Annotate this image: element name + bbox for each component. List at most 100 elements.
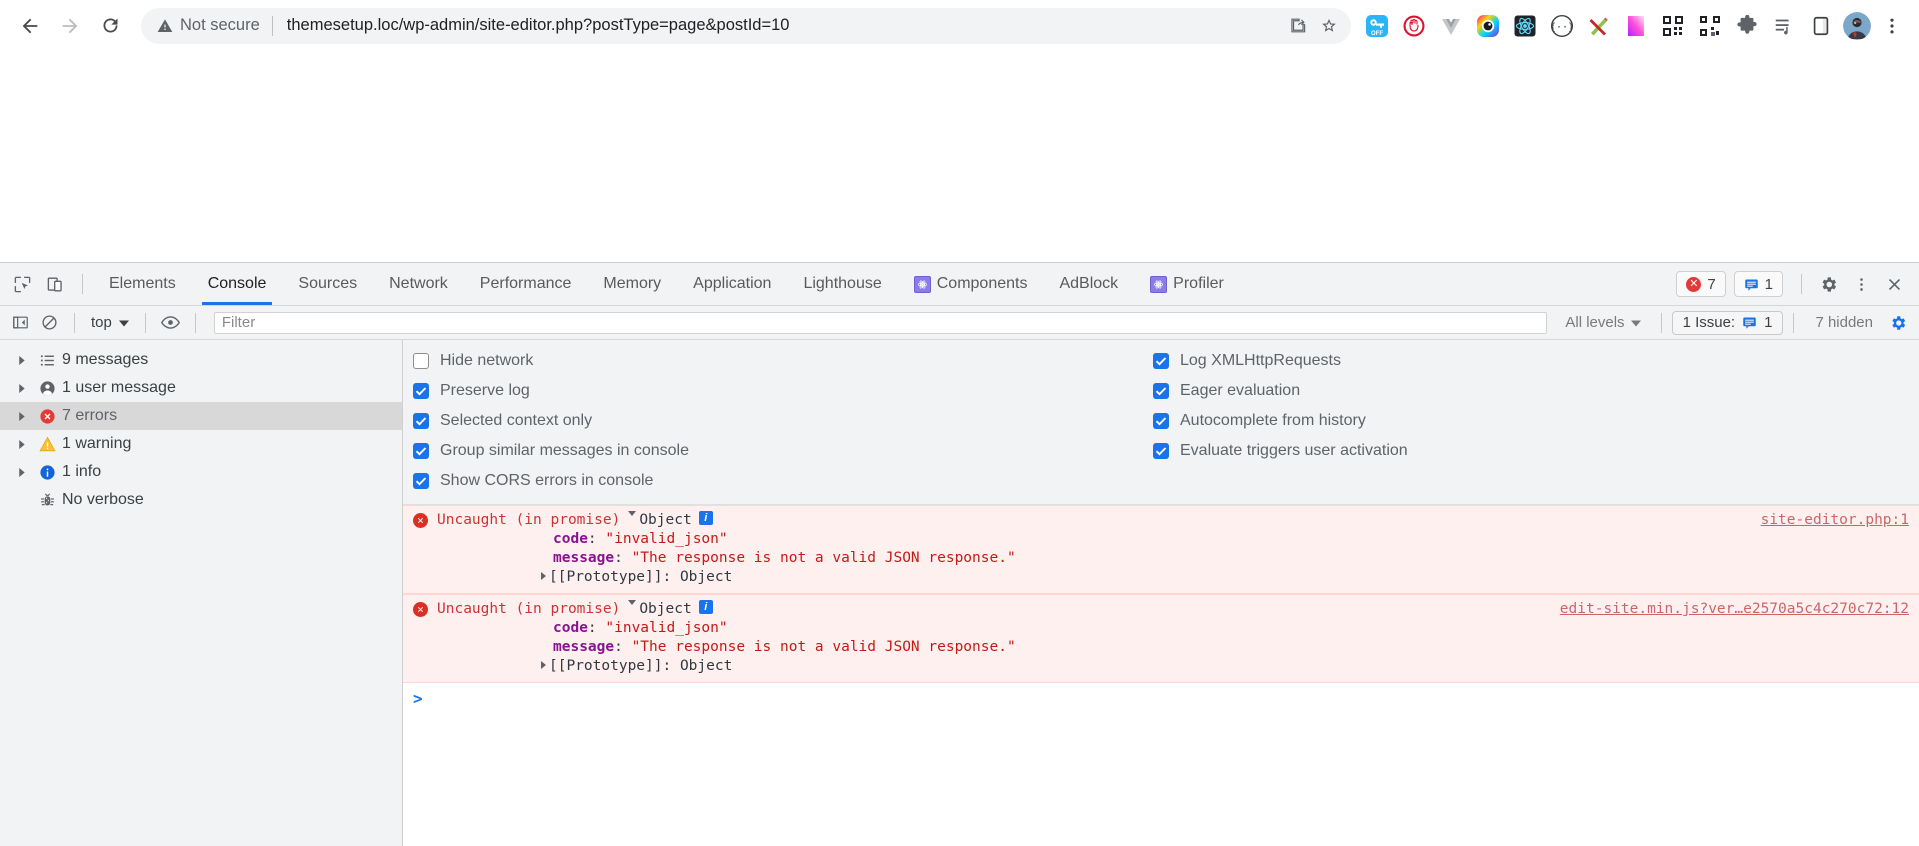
expand-arrow-icon[interactable] bbox=[10, 411, 32, 421]
setting-selected-context-only[interactable]: Selected context only bbox=[413, 410, 1153, 432]
filter-input[interactable] bbox=[213, 311, 1548, 334]
log-level-select[interactable]: All levels bbox=[1555, 314, 1650, 331]
execution-context-select[interactable]: top bbox=[85, 314, 135, 331]
share-icon[interactable] bbox=[1281, 10, 1313, 42]
checkbox-checked-icon[interactable] bbox=[413, 383, 429, 399]
extension-icon-vue-devtools[interactable] bbox=[1432, 6, 1469, 46]
checkbox-checked-icon[interactable] bbox=[1153, 443, 1169, 459]
sidebar-item-messages[interactable]: 9 messages bbox=[0, 346, 402, 374]
expand-arrow-icon[interactable] bbox=[10, 439, 32, 449]
gear-icon[interactable] bbox=[1812, 268, 1845, 301]
info-badge-icon[interactable]: i bbox=[698, 511, 713, 525]
tab-lighthouse[interactable]: Lighthouse bbox=[787, 263, 897, 305]
avatar[interactable] bbox=[1843, 11, 1871, 40]
issues-badge[interactable]: 1 Issue: 1 bbox=[1671, 310, 1784, 335]
device-toolbar-icon[interactable] bbox=[39, 268, 72, 301]
checkbox-checked-icon[interactable] bbox=[413, 413, 429, 429]
extension-icon-xmarker[interactable] bbox=[1580, 6, 1617, 46]
sidebar-toggle-icon[interactable] bbox=[6, 308, 35, 337]
disclosure-triangle-open-icon[interactable] bbox=[628, 600, 637, 605]
tab-network[interactable]: Network bbox=[373, 263, 464, 305]
extension-icon-puzzle[interactable] bbox=[1728, 6, 1765, 46]
expand-arrow-icon[interactable] bbox=[10, 355, 32, 365]
setting-preserve-log[interactable]: Preserve log bbox=[413, 380, 1153, 402]
extension-icon-wappalyzer[interactable]: {··} bbox=[1543, 6, 1580, 46]
tab-elements[interactable]: Elements bbox=[93, 263, 192, 305]
message-count-badge[interactable]: 1 bbox=[1733, 271, 1783, 297]
extension-icon-qrcode[interactable] bbox=[1654, 6, 1691, 46]
clear-console-icon[interactable] bbox=[35, 308, 64, 337]
tab-components[interactable]: Components bbox=[898, 263, 1044, 305]
checkbox-checked-icon[interactable] bbox=[1153, 353, 1169, 369]
sidebar-item-verbose[interactable]: No verbose bbox=[0, 486, 402, 514]
forward-button[interactable] bbox=[50, 6, 90, 46]
disclosure-triangle-icon[interactable] bbox=[541, 572, 546, 580]
checkbox-checked-icon[interactable] bbox=[1153, 383, 1169, 399]
info-badge-icon[interactable]: i bbox=[698, 600, 713, 614]
sidebar-item-label: 1 user message bbox=[62, 379, 176, 396]
setting-group-similar[interactable]: Group similar messages in console bbox=[413, 440, 1153, 462]
bookmark-star-icon[interactable] bbox=[1313, 10, 1345, 42]
live-expression-icon[interactable] bbox=[156, 308, 185, 337]
expand-arrow-icon[interactable] bbox=[10, 383, 32, 393]
expand-arrow-icon[interactable] bbox=[10, 467, 32, 477]
console-prompt[interactable]: > bbox=[403, 683, 1919, 713]
setting-eager-evaluation[interactable]: Eager evaluation bbox=[1153, 380, 1408, 402]
extension-icon-gradient[interactable] bbox=[1617, 6, 1654, 46]
filterbar-divider bbox=[194, 312, 196, 333]
source-link[interactable]: site-editor.php:1 bbox=[1761, 512, 1909, 528]
address-bar[interactable]: Not secure themesetup.loc/wp-admin/site-… bbox=[141, 7, 1351, 44]
close-icon[interactable] bbox=[1878, 268, 1911, 301]
chrome-menu-button[interactable] bbox=[1875, 6, 1909, 46]
property-value: "invalid_json" bbox=[605, 620, 728, 636]
console-settings-gear-icon[interactable] bbox=[1884, 309, 1912, 337]
setting-log-xhr[interactable]: Log XMLHttpRequests bbox=[1153, 350, 1408, 372]
object-label[interactable]: Object bbox=[639, 600, 691, 619]
checkbox-checked-icon[interactable] bbox=[413, 473, 429, 489]
extension-icon-qrscan[interactable] bbox=[1691, 6, 1728, 46]
more-options-icon[interactable] bbox=[1845, 268, 1878, 301]
setting-show-cors-errors[interactable]: Show CORS errors in console bbox=[413, 470, 1153, 492]
checkbox-checked-icon[interactable] bbox=[413, 443, 429, 459]
inspect-element-icon[interactable] bbox=[6, 268, 39, 301]
tab-application[interactable]: Application bbox=[677, 263, 787, 305]
extension-icon-react-devtools[interactable] bbox=[1506, 6, 1543, 46]
disclosure-triangle-open-icon[interactable] bbox=[628, 511, 637, 516]
object-prototype-row[interactable]: [[Prototype]]: Object bbox=[403, 568, 1919, 587]
disclosure-triangle-icon[interactable] bbox=[541, 661, 546, 669]
extension-icon-sidepanel[interactable] bbox=[1802, 6, 1839, 46]
object-prototype-row[interactable]: [[Prototype]]: Object bbox=[403, 657, 1919, 676]
checkbox-unchecked-icon[interactable] bbox=[413, 353, 429, 369]
console-message-error[interactable]: Uncaught (in promise) Object i code: "in… bbox=[403, 594, 1919, 683]
extension-icon-adblock[interactable] bbox=[1395, 6, 1432, 46]
prototype-label: [[Prototype]]: Object bbox=[549, 658, 733, 674]
setting-autocomplete-history[interactable]: Autocomplete from history bbox=[1153, 410, 1408, 432]
tab-profiler[interactable]: Profiler bbox=[1134, 263, 1240, 305]
security-status[interactable]: Not secure bbox=[157, 16, 272, 35]
setting-evaluate-user-activation[interactable]: Evaluate triggers user activation bbox=[1153, 440, 1408, 462]
extension-icon-colorpicker[interactable] bbox=[1469, 6, 1506, 46]
checkbox-checked-icon[interactable] bbox=[1153, 413, 1169, 429]
error-count-badge[interactable]: ✕ 7 bbox=[1676, 271, 1726, 297]
sidebar-item-user-messages[interactable]: 1 user message bbox=[0, 374, 402, 402]
tab-console[interactable]: Console bbox=[192, 263, 283, 305]
tab-memory[interactable]: Memory bbox=[587, 263, 677, 305]
object-label[interactable]: Object bbox=[639, 511, 691, 530]
tab-sources[interactable]: Sources bbox=[282, 263, 373, 305]
tab-label: Elements bbox=[109, 275, 176, 292]
setting-label: Group similar messages in console bbox=[440, 442, 689, 459]
setting-hide-network[interactable]: Hide network bbox=[413, 350, 1153, 372]
tab-performance[interactable]: Performance bbox=[464, 263, 588, 305]
sidebar-item-errors[interactable]: 7 errors bbox=[0, 402, 402, 430]
error-icon bbox=[32, 408, 62, 425]
warning-icon bbox=[32, 436, 62, 453]
back-button[interactable] bbox=[10, 6, 50, 46]
tab-adblock[interactable]: AdBlock bbox=[1043, 263, 1134, 305]
sidebar-item-warnings[interactable]: 1 warning bbox=[0, 430, 402, 458]
reload-button[interactable] bbox=[90, 6, 130, 46]
console-message-error[interactable]: Uncaught (in promise) Object i code: "in… bbox=[403, 505, 1919, 594]
extension-icon-keyoff[interactable]: OFF bbox=[1358, 6, 1395, 46]
extension-icon-playlist[interactable] bbox=[1765, 6, 1802, 46]
sidebar-item-info[interactable]: 1 info bbox=[0, 458, 402, 486]
source-link[interactable]: edit-site.min.js?ver…e2570a5c4c270c72:12 bbox=[1560, 601, 1909, 617]
